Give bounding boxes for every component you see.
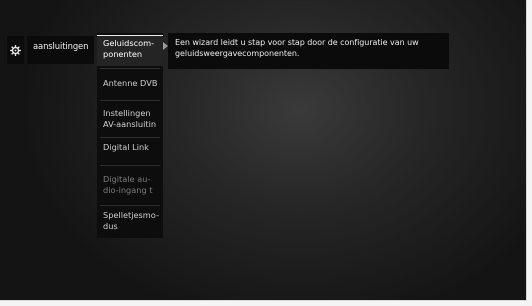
menu-item-geluidscomponenten[interactable]: Geluidscom- ponenten	[97, 35, 163, 66]
description-text: Een wizard leidt u stap voor stap door d…	[175, 38, 419, 58]
menu-divider	[100, 100, 160, 101]
menu-item-instellingen-av[interactable]: Instellingen AV-aansluitin	[97, 103, 163, 135]
menu-item-digitale-audio-ingang[interactable]: Digitale au- dio-ingang t	[97, 168, 163, 203]
menu-item-label-line1: Spelletjesmo-	[103, 210, 159, 220]
menu-item-label-line2: ponenten	[103, 49, 143, 59]
menu-divider	[100, 165, 160, 166]
menu-item-label-line2: AV-aansluitin	[103, 119, 157, 129]
menu-item-label-line1: Digital Link	[103, 142, 149, 152]
menu-item-spelletjesmodus[interactable]: Spelletjesmo- dus	[97, 207, 163, 237]
menu-item-label-line1: Instellingen	[103, 108, 151, 118]
settings-tile[interactable]	[7, 36, 24, 64]
description-panel: Een wizard leidt u stap voor stap door d…	[168, 33, 449, 69]
submenu-list: Geluidscom- ponenten Antenne DVB Instell…	[97, 33, 163, 238]
tv-screen: aansluitingen Geluidscom- ponenten Anten…	[0, 0, 527, 301]
breadcrumb[interactable]: aansluitingen	[27, 36, 94, 64]
menu-item-label-line1: Digitale au-	[103, 174, 151, 184]
menu-item-label-line1: Antenne DVB	[103, 78, 158, 88]
menu-divider	[100, 137, 160, 138]
menu-item-antenne-dvb[interactable]: Antenne DVB	[97, 71, 163, 97]
menu-item-label-line2: dio-ingang t	[103, 185, 153, 195]
menu-divider	[100, 205, 160, 206]
menu-item-label-line2: dus	[103, 221, 118, 231]
gear-icon	[10, 44, 21, 56]
breadcrumb-label: aansluitingen	[33, 41, 89, 51]
menu-item-digital-link[interactable]: Digital Link	[97, 139, 163, 165]
menu-divider	[100, 68, 160, 69]
menu-item-label-line1: Geluidscom-	[103, 38, 155, 48]
